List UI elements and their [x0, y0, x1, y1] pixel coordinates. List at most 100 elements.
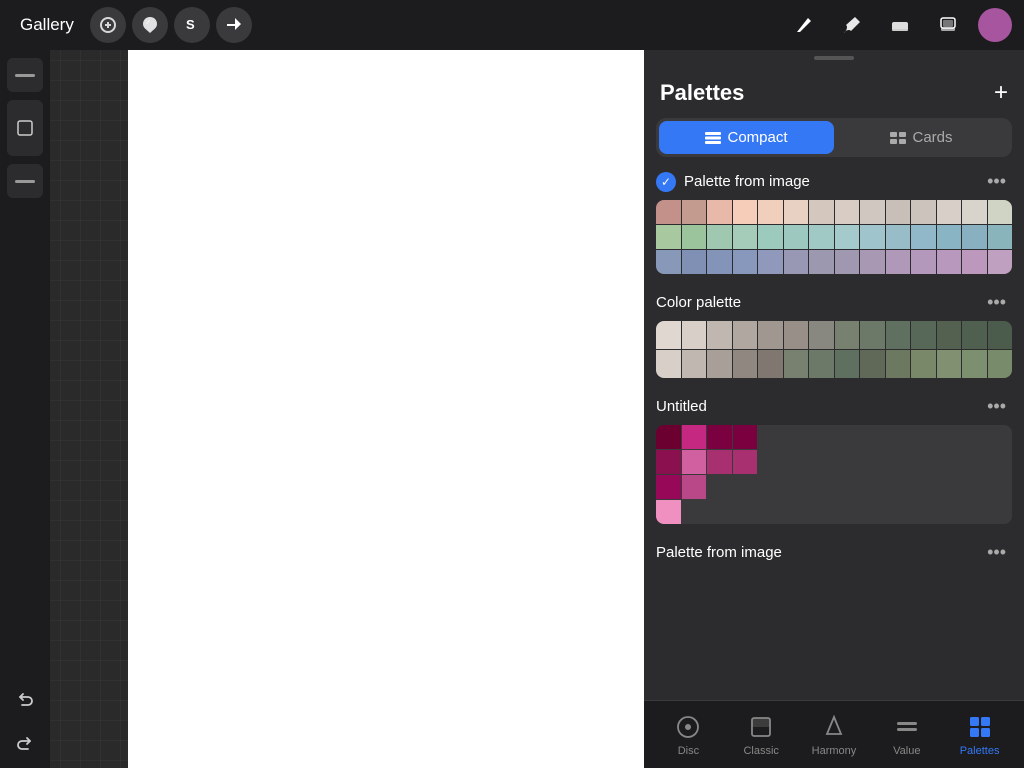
swatch-cell[interactable] — [682, 350, 707, 378]
swatch-cell[interactable] — [962, 250, 987, 274]
swatch-cell[interactable] — [860, 350, 885, 378]
swatch-cell[interactable] — [911, 350, 936, 378]
swatch-cell[interactable] — [886, 250, 911, 274]
palette-swatches-2[interactable] — [656, 321, 1012, 378]
swatch-cell[interactable] — [988, 350, 1013, 378]
swatch-cell[interactable] — [860, 225, 885, 249]
swatch-cell[interactable] — [682, 225, 707, 249]
swatch-cell[interactable] — [758, 200, 783, 224]
swatch-cell[interactable] — [758, 321, 783, 349]
swatch-cell[interactable] — [656, 350, 681, 378]
brush-size-slider[interactable] — [7, 58, 43, 92]
palettes-tab[interactable]: Palettes — [943, 713, 1016, 757]
swatch-cell[interactable] — [656, 225, 681, 249]
swatch-cell[interactable] — [886, 200, 911, 224]
smudge-tool[interactable]: S — [174, 7, 210, 43]
drawing-canvas[interactable] — [128, 50, 644, 768]
swatch-cell[interactable] — [962, 321, 987, 349]
eraser-tool-icon[interactable] — [882, 7, 918, 43]
swatch-cell[interactable] — [707, 200, 732, 224]
swatch-cell[interactable] — [733, 225, 758, 249]
swatch-cell[interactable] — [784, 225, 809, 249]
swatch-cell[interactable] — [682, 200, 707, 224]
swatch-cell[interactable] — [682, 250, 707, 274]
value-tab[interactable]: Value — [870, 713, 943, 757]
swatch-cell[interactable] — [733, 450, 758, 474]
gallery-button[interactable]: Gallery — [12, 11, 82, 39]
swatch-cell[interactable] — [733, 425, 758, 449]
swatch-cell[interactable] — [733, 200, 758, 224]
swatch-cell[interactable] — [835, 225, 860, 249]
swatch-cell[interactable] — [937, 200, 962, 224]
palette-more-2[interactable]: ••• — [981, 290, 1012, 315]
swatch-cell[interactable] — [656, 475, 681, 499]
user-avatar[interactable] — [978, 8, 1012, 42]
swatch-cell[interactable] — [656, 450, 681, 474]
swatch-cell[interactable] — [886, 321, 911, 349]
palette-check-1[interactable]: ✓ — [656, 172, 676, 192]
harmony-tab[interactable]: Harmony — [798, 713, 871, 757]
swatch-cell[interactable] — [707, 450, 732, 474]
layers-tool-icon[interactable] — [930, 7, 966, 43]
swatch-cell[interactable] — [809, 200, 834, 224]
swatch-cell[interactable] — [758, 350, 783, 378]
swatch-cell[interactable] — [911, 225, 936, 249]
cards-tab[interactable]: Cards — [834, 121, 1009, 154]
swatch-cell[interactable] — [962, 200, 987, 224]
swatch-cell[interactable] — [809, 225, 834, 249]
swatch-cell[interactable] — [656, 500, 681, 524]
swatch-cell[interactable] — [911, 250, 936, 274]
swatch-cell[interactable] — [784, 250, 809, 274]
swatch-cell[interactable] — [835, 350, 860, 378]
palette-swatches-1[interactable] — [656, 200, 1012, 274]
swatch-cell[interactable] — [809, 350, 834, 378]
palette-more-4[interactable]: ••• — [981, 540, 1012, 565]
swatch-cell[interactable] — [988, 321, 1013, 349]
swatch-cell[interactable] — [988, 225, 1013, 249]
swatch-cell[interactable] — [835, 321, 860, 349]
swatch-cell[interactable] — [682, 450, 707, 474]
swatch-cell[interactable] — [860, 200, 885, 224]
swatch-cell[interactable] — [988, 250, 1013, 274]
swatch-cell[interactable] — [656, 200, 681, 224]
swatch-cell[interactable] — [809, 321, 834, 349]
palette-swatches-3[interactable] — [656, 425, 1012, 524]
swatch-cell[interactable] — [835, 250, 860, 274]
swatch-cell[interactable] — [707, 425, 732, 449]
swatch-cell[interactable] — [886, 350, 911, 378]
palette-more-1[interactable]: ••• — [981, 169, 1012, 194]
swatch-cell[interactable] — [733, 350, 758, 378]
compact-tab[interactable]: Compact — [659, 121, 834, 154]
classic-tab[interactable]: Classic — [725, 713, 798, 757]
brush-tool-icon[interactable] — [834, 7, 870, 43]
modify-tool[interactable] — [90, 7, 126, 43]
palette-list[interactable]: ✓ Palette from image ••• Color palette •… — [644, 169, 1024, 700]
swatch-cell[interactable] — [656, 425, 681, 449]
swatch-cell[interactable] — [962, 225, 987, 249]
swatch-cell[interactable] — [911, 200, 936, 224]
shape-tool-button[interactable] — [7, 100, 43, 156]
swatch-cell[interactable] — [656, 321, 681, 349]
swatch-cell[interactable] — [886, 225, 911, 249]
swatch-cell[interactable] — [860, 250, 885, 274]
swatch-cell[interactable] — [682, 425, 707, 449]
pen-tool-icon[interactable] — [786, 7, 822, 43]
swatch-cell[interactable] — [835, 200, 860, 224]
swatch-cell[interactable] — [937, 250, 962, 274]
swatch-cell[interactable] — [733, 250, 758, 274]
redo-button[interactable] — [7, 724, 43, 760]
swatch-cell[interactable] — [707, 321, 732, 349]
opacity-slider[interactable] — [7, 164, 43, 198]
swatch-cell[interactable] — [937, 350, 962, 378]
liquify-tool[interactable] — [132, 7, 168, 43]
swatch-cell[interactable] — [809, 250, 834, 274]
swatch-cell[interactable] — [937, 225, 962, 249]
swatch-cell[interactable] — [707, 250, 732, 274]
swatch-cell[interactable] — [682, 475, 707, 499]
swatch-cell[interactable] — [707, 350, 732, 378]
transform-tool[interactable] — [216, 7, 252, 43]
swatch-cell[interactable] — [988, 200, 1013, 224]
add-palette-button[interactable]: + — [994, 81, 1008, 105]
swatch-cell[interactable] — [656, 250, 681, 274]
swatch-cell[interactable] — [682, 321, 707, 349]
